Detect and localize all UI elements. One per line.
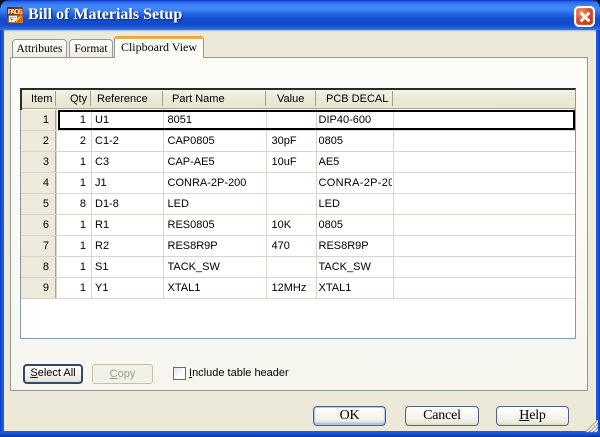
- svg-text:PADS: PADS: [8, 7, 23, 16]
